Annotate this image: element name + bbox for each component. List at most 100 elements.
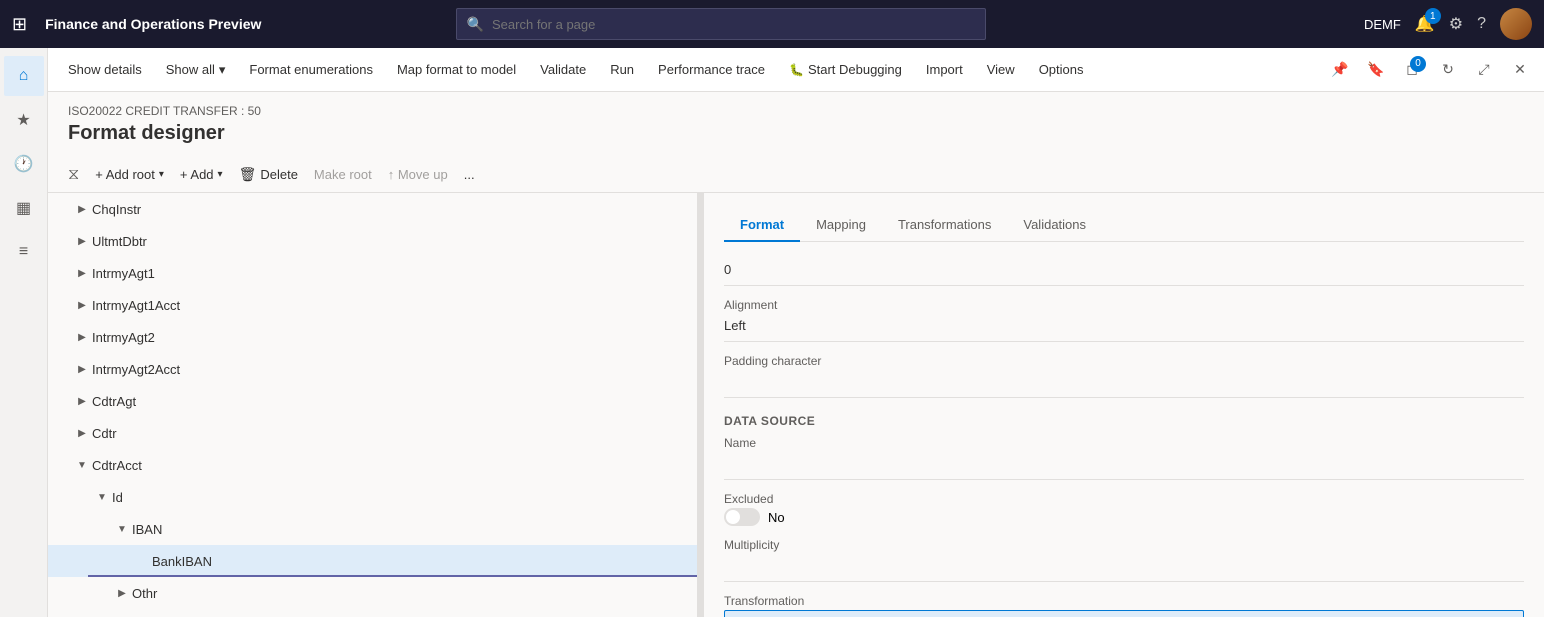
tree-item-intrmyagt1acct[interactable]: ▶ IntrmyAgt1Acct	[48, 289, 697, 321]
user-name: DEMF	[1364, 17, 1401, 32]
tree-item-id[interactable]: ▼ Id	[48, 481, 697, 513]
right-panel: Format Mapping Transformations Validatio…	[704, 193, 1544, 617]
bookmark-icon[interactable]: 🔖	[1360, 54, 1392, 86]
padding-value	[724, 370, 1524, 398]
tab-format[interactable]: Format	[724, 209, 800, 242]
notification-badge: 1	[1425, 8, 1441, 24]
search-input[interactable]	[492, 17, 975, 32]
badge-count: 0	[1410, 56, 1426, 72]
cmd-right-icons: 📌 🔖 ◻ 0 ↻ ⤢ ✕	[1324, 54, 1536, 86]
padding-label: Padding character	[724, 354, 1524, 368]
sidebar-list-icon[interactable]: ≡	[4, 232, 44, 272]
format-panel-content: 0 Alignment Left Padding character DATA …	[724, 258, 1524, 617]
tree-label: ChqInstr	[92, 202, 689, 217]
sidebar-clock-icon[interactable]: 🕐	[4, 144, 44, 184]
performance-trace-button[interactable]: Performance trace	[646, 48, 777, 92]
validate-button[interactable]: Validate	[528, 48, 598, 92]
tree-label: Othr	[132, 586, 689, 601]
top-right-icons: DEMF 🔔 1 ⚙ ?	[1364, 8, 1532, 40]
add-root-button[interactable]: + Add root ▾	[87, 157, 172, 193]
sidebar-grid-icon[interactable]: ▦	[4, 188, 44, 228]
page-title: Format designer	[68, 122, 1524, 145]
multiplicity-label: Multiplicity	[724, 538, 1524, 552]
excluded-text: No	[768, 510, 785, 525]
avatar[interactable]	[1500, 8, 1532, 40]
tab-validations[interactable]: Validations	[1007, 209, 1102, 242]
move-up-button[interactable]: ↑ Move up	[380, 157, 456, 193]
toggle-chqinstr: ▶	[72, 193, 92, 225]
alignment-label: Alignment	[724, 298, 1524, 312]
show-details-button[interactable]: Show details	[56, 48, 154, 92]
padding-field: Padding character	[724, 354, 1524, 398]
badge-btn[interactable]: ◻ 0	[1396, 54, 1428, 86]
tree-item-intrmyagt2[interactable]: ▶ IntrmyAgt2	[48, 321, 697, 353]
help-icon[interactable]: ?	[1477, 15, 1486, 33]
tree-item-tp[interactable]: ▶ Tp	[48, 609, 697, 617]
view-button[interactable]: View	[975, 48, 1027, 92]
trash-icon: 🗑	[239, 166, 257, 183]
expand-icon[interactable]: ⤢	[1468, 54, 1500, 86]
transformation-field: Transformation	[724, 594, 1524, 617]
tree-label: IntrmyAgt1Acct	[92, 298, 689, 313]
tree-item-othr[interactable]: ▶ Othr	[48, 577, 697, 609]
import-button[interactable]: Import	[914, 48, 975, 92]
toggle-intrmyagt1: ▶	[72, 257, 92, 289]
add-button[interactable]: + Add ▾	[172, 157, 231, 193]
command-bar: Show details Show all ▾ Format enumerati…	[48, 48, 1544, 92]
left-sidebar: ⌂ ★ 🕐 ▦ ≡	[0, 48, 48, 617]
alignment-value: Left	[724, 314, 1524, 342]
add-root-chevron: ▾	[159, 169, 164, 180]
toggle-intrmyagt2: ▶	[72, 321, 92, 353]
tree-label: BankIBAN	[152, 554, 689, 569]
sidebar-star-icon[interactable]: ★	[4, 100, 44, 140]
debug-icon: 🐛	[789, 63, 804, 77]
add-chevron: ▾	[218, 169, 223, 180]
options-button[interactable]: Options	[1027, 48, 1096, 92]
transformation-label: Transformation	[724, 594, 1524, 608]
excluded-label: Excluded	[724, 492, 1524, 506]
tab-mapping[interactable]: Mapping	[800, 209, 882, 242]
split-layout: ▶ ChqInstr ▶ UltmtDbtr ▶ IntrmyAgt1 ▶ In…	[48, 193, 1544, 617]
tree-item-bankiban[interactable]: BankIBAN	[48, 545, 697, 577]
pin-icon[interactable]: 📌	[1324, 54, 1356, 86]
tree-item-cdtracct[interactable]: ▼ CdtrAcct	[48, 449, 697, 481]
tree-item-intrmyagt1[interactable]: ▶ IntrmyAgt1	[48, 257, 697, 289]
map-format-button[interactable]: Map format to model	[385, 48, 528, 92]
toggle-cdtragt: ▶	[72, 385, 92, 417]
toggle-bankiban	[132, 545, 152, 577]
filter-icon[interactable]: ⧖	[68, 166, 79, 184]
tree-item-ultmtdbtr[interactable]: ▶ UltmtDbtr	[48, 225, 697, 257]
sidebar-home-icon[interactable]: ⌂	[4, 56, 44, 96]
app-grid-icon[interactable]: ⊞	[12, 14, 27, 35]
make-root-button[interactable]: Make root	[306, 157, 380, 193]
tree-item-iban[interactable]: ▼ IBAN	[48, 513, 697, 545]
toggle-cdtr: ▶	[72, 417, 92, 449]
tab-transformations[interactable]: Transformations	[882, 209, 1007, 242]
tree-item-intrmyagt2acct[interactable]: ▶ IntrmyAgt2Acct	[48, 353, 697, 385]
tree-label: CdtrAgt	[92, 394, 689, 409]
datasource-header: DATA SOURCE	[724, 414, 1524, 428]
tree-label: IntrmyAgt2Acct	[92, 362, 689, 377]
transformation-input[interactable]	[724, 610, 1524, 617]
tree-item-cdtr[interactable]: ▶ Cdtr	[48, 417, 697, 449]
settings-icon[interactable]: ⚙	[1449, 14, 1463, 34]
tree-label: IntrmyAgt1	[92, 266, 689, 281]
excluded-field: Excluded No	[724, 492, 1524, 526]
toggle-cdtracct: ▼	[72, 449, 92, 481]
show-all-button[interactable]: Show all ▾	[154, 48, 238, 92]
search-bar[interactable]: 🔍	[456, 8, 986, 40]
notification-icon[interactable]: 🔔 1	[1415, 14, 1435, 34]
tree-label: Id	[112, 490, 689, 505]
excluded-toggle[interactable]	[724, 508, 760, 526]
run-button[interactable]: Run	[598, 48, 646, 92]
tree-item-cdtragt[interactable]: ▶ CdtrAgt	[48, 385, 697, 417]
close-icon[interactable]: ✕	[1504, 54, 1536, 86]
name-label: Name	[724, 436, 1524, 450]
refresh-icon[interactable]: ↻	[1432, 54, 1464, 86]
tree-label: CdtrAcct	[92, 458, 689, 473]
tree-item-chqinstr[interactable]: ▶ ChqInstr	[48, 193, 697, 225]
start-debugging-button[interactable]: 🐛 Start Debugging	[777, 48, 914, 92]
more-button[interactable]: ...	[456, 157, 483, 193]
delete-button[interactable]: 🗑 Delete	[231, 157, 306, 193]
format-enumerations-button[interactable]: Format enumerations	[237, 48, 385, 92]
